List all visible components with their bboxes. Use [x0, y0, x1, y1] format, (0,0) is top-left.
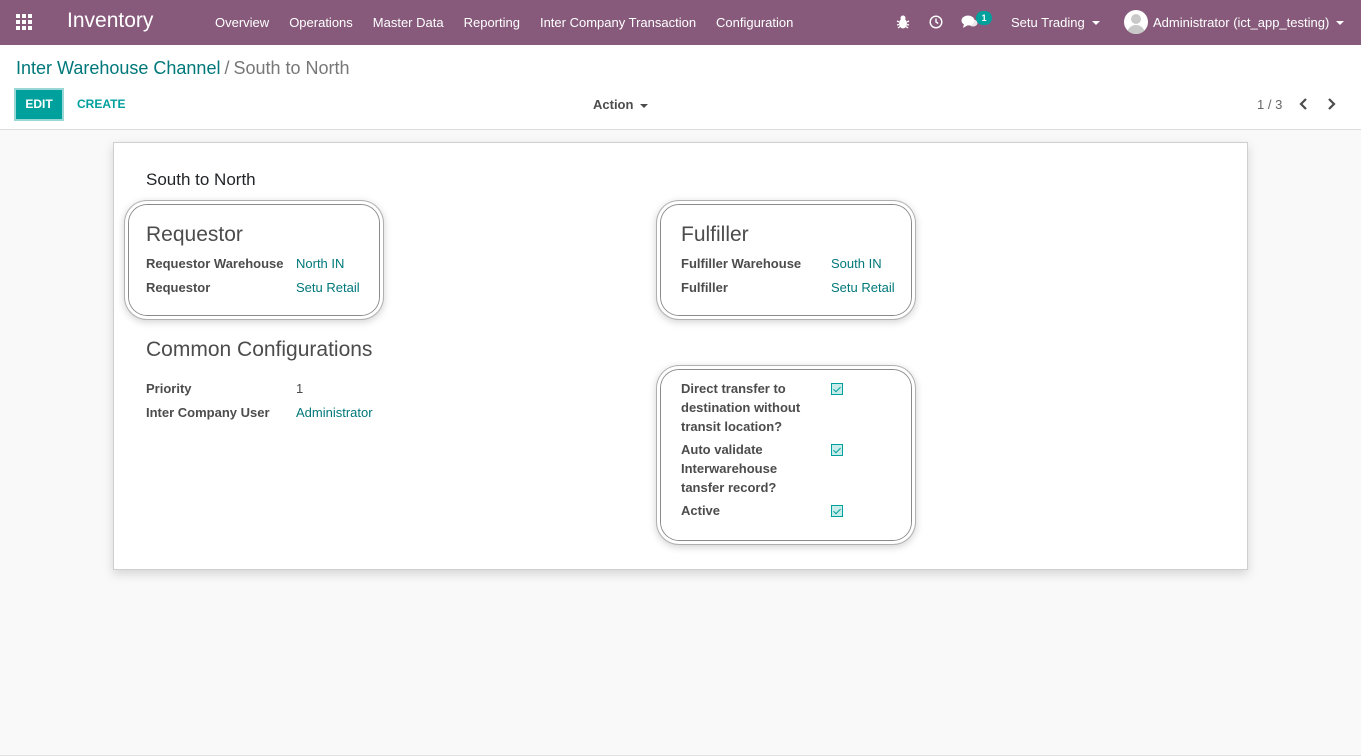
apps-menu-icon[interactable]: [16, 14, 34, 30]
breadcrumb-separator: /: [224, 58, 230, 78]
fulfiller-warehouse-label: Fulfiller Warehouse: [681, 256, 802, 271]
menu-item-operations[interactable]: Operations: [279, 0, 363, 45]
requestor-heading: Requestor: [146, 223, 243, 246]
top-navbar: Inventory Overview Operations Master Dat…: [0, 0, 1361, 45]
app-name[interactable]: Inventory: [67, 9, 153, 33]
pager-value[interactable]: 1 / 3: [1257, 97, 1282, 112]
control-panel: Inter Warehouse Channel / South to North E…: [0, 45, 1361, 130]
user-menu[interactable]: Administrator (ict_app_testing): [1153, 0, 1345, 45]
fulfiller-heading: Fulfiller: [681, 223, 749, 246]
chevron-left-icon[interactable]: [1297, 95, 1311, 113]
messages-count-badge: 1: [976, 11, 992, 25]
priority-value: 1: [296, 381, 304, 396]
breadcrumb-parent-link[interactable]: Inter Warehouse Channel: [16, 58, 220, 78]
auto-validate-label-line-2: Interwarehouse: [681, 461, 778, 476]
bug-icon[interactable]: [896, 14, 910, 30]
auto-validate-label: Auto validate Interwarehouse tansfer rec…: [681, 440, 777, 497]
chevron-down-icon: [1336, 20, 1345, 25]
form-sheet: South to North Requestor Requestor Wareh…: [113, 142, 1248, 570]
fulfiller-link[interactable]: Setu Retail: [831, 280, 895, 295]
priority-label: Priority: [146, 381, 192, 396]
auto-validate-label-line-1: Auto validate: [681, 442, 763, 457]
requestor-warehouse-label: Requestor Warehouse: [146, 256, 284, 271]
create-button[interactable]: CREATE: [77, 97, 125, 111]
menu-item-reporting[interactable]: Reporting: [454, 0, 530, 45]
direct-transfer-label: Direct transfer to destination without t…: [681, 379, 800, 436]
record-title: South to North: [146, 170, 256, 189]
inter-company-user-link[interactable]: Administrator: [296, 405, 373, 420]
requestor-warehouse-link[interactable]: North IN: [296, 256, 344, 271]
active-checkbox[interactable]: [831, 505, 843, 517]
direct-transfer-label-line-3: transit location?: [681, 419, 783, 434]
breadcrumb: Inter Warehouse Channel / South to North: [16, 58, 350, 79]
auto-validate-label-line-3: tansfer record?: [681, 480, 777, 495]
edit-button[interactable]: EDIT: [14, 88, 64, 121]
clock-icon[interactable]: [929, 15, 943, 29]
menu-item-inter-company-transaction[interactable]: Inter Company Transaction: [530, 0, 706, 45]
chevron-right-icon[interactable]: [1324, 95, 1338, 113]
action-label: Action: [593, 97, 634, 112]
direct-transfer-checkbox[interactable]: [831, 383, 843, 395]
inter-company-user-label: Inter Company User: [146, 405, 270, 420]
active-label: Active: [681, 503, 721, 518]
company-switcher[interactable]: Setu Trading: [1011, 0, 1100, 45]
chevron-down-icon: [640, 103, 649, 108]
menu-item-configuration[interactable]: Configuration: [706, 0, 803, 45]
fulfiller-label: Fulfiller: [681, 280, 728, 295]
avatar[interactable]: [1124, 10, 1148, 34]
direct-transfer-label-line-2: destination without: [681, 400, 801, 415]
auto-validate-checkbox[interactable]: [831, 444, 843, 456]
menu-item-master-data[interactable]: Master Data: [363, 0, 454, 45]
main-menu: Overview Operations Master Data Reportin…: [205, 0, 803, 45]
action-dropdown[interactable]: Action: [593, 97, 649, 112]
company-name: Setu Trading: [1011, 15, 1085, 30]
chevron-down-icon: [1091, 20, 1100, 25]
breadcrumb-current: South to North: [233, 58, 350, 78]
menu-item-overview[interactable]: Overview: [205, 0, 279, 45]
user-name: Administrator (ict_app_testing): [1153, 15, 1330, 30]
direct-transfer-label-line-1: Direct transfer to: [681, 381, 786, 396]
requestor-label: Requestor: [146, 280, 211, 295]
common-configurations-heading: Common Configurations: [146, 338, 373, 361]
fulfiller-warehouse-link[interactable]: South IN: [831, 256, 882, 271]
requestor-link[interactable]: Setu Retail: [296, 280, 360, 295]
